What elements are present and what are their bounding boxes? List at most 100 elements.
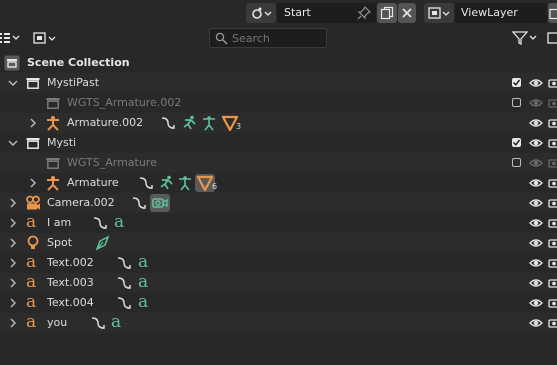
display-mode-dropdown[interactable] xyxy=(0,28,22,48)
camera-render-icon[interactable] xyxy=(548,317,557,329)
text-data-icon[interactable]: a xyxy=(138,273,148,291)
chevron-right-icon[interactable] xyxy=(27,177,39,189)
modifier-icon[interactable] xyxy=(131,195,147,211)
camera-render-icon[interactable] xyxy=(548,97,557,109)
text-data-icon[interactable]: a xyxy=(138,253,148,271)
object-row-i-am[interactable]: a I am a xyxy=(0,213,557,233)
bone-icon[interactable] xyxy=(201,115,217,131)
eye-icon[interactable] xyxy=(529,217,543,229)
text-data-icon[interactable]: a xyxy=(138,293,148,311)
object-row-text-003[interactable]: a Text.003 a xyxy=(0,273,557,293)
modifier-icon[interactable] xyxy=(116,275,132,291)
text-icon: a xyxy=(26,212,37,232)
eye-icon[interactable] xyxy=(529,237,543,249)
filter-icon xyxy=(511,31,537,46)
chevron-right-icon[interactable] xyxy=(7,217,19,229)
camera-render-icon[interactable] xyxy=(548,157,557,169)
scene-collection-label: Scene Collection xyxy=(27,56,130,69)
camera-render-icon[interactable] xyxy=(548,217,557,229)
chevron-right-icon[interactable] xyxy=(7,317,19,329)
camera-render-icon[interactable] xyxy=(548,137,557,149)
scene-icon xyxy=(252,7,272,19)
text-data-icon[interactable]: a xyxy=(114,213,124,231)
armature-icon xyxy=(47,116,59,131)
camera-render-icon[interactable] xyxy=(548,77,557,89)
search-field[interactable] xyxy=(209,28,327,48)
camera-render-icon[interactable] xyxy=(548,177,557,189)
eye-icon[interactable] xyxy=(529,97,543,109)
pin-icon[interactable] xyxy=(357,6,371,20)
camera-data-button[interactable] xyxy=(150,194,170,212)
object-row-camera-002[interactable]: Camera.002 xyxy=(0,193,557,213)
eye-icon[interactable] xyxy=(529,117,543,129)
camera-render-icon[interactable] xyxy=(548,197,557,209)
eye-icon[interactable] xyxy=(529,137,543,149)
collection-label: WGTS_Armature xyxy=(67,156,157,169)
collection-row-mystipast[interactable]: MystiPast xyxy=(0,73,557,93)
collection-label: WGTS_Armature.002 xyxy=(67,96,182,109)
copy-icon xyxy=(549,8,557,20)
object-row-text-002[interactable]: a Text.002 a xyxy=(0,253,557,273)
eye-icon[interactable] xyxy=(529,277,543,289)
scene-name-field[interactable]: Start xyxy=(277,3,376,23)
chevron-right-icon[interactable] xyxy=(7,237,19,249)
camera-render-icon[interactable] xyxy=(548,277,557,289)
exclude-checkbox[interactable] xyxy=(512,158,521,167)
object-row-text-004[interactable]: a Text.004 a xyxy=(0,293,557,313)
collection-icon xyxy=(46,98,60,109)
modifier-icon[interactable] xyxy=(92,215,108,231)
eye-icon[interactable] xyxy=(529,77,543,89)
camera-render-icon[interactable] xyxy=(548,297,557,309)
chevron-right-icon[interactable] xyxy=(7,297,19,309)
chevron-right-icon[interactable] xyxy=(7,257,19,269)
camera-render-icon[interactable] xyxy=(548,117,557,129)
collection-row-wgts-armature-002[interactable]: WGTS_Armature.002 xyxy=(0,93,557,113)
chevron-down-icon[interactable] xyxy=(7,137,19,149)
new-view-layer-button[interactable] xyxy=(548,3,557,23)
scene-collection-row[interactable]: Scene Collection xyxy=(0,53,557,73)
search-input[interactable] xyxy=(232,30,322,46)
modifier-icon[interactable] xyxy=(90,315,106,331)
chevron-right-icon[interactable] xyxy=(7,277,19,289)
eye-icon[interactable] xyxy=(529,297,543,309)
pose-icon[interactable] xyxy=(181,115,197,131)
modifier-icon[interactable] xyxy=(138,175,154,191)
exclude-checkbox[interactable] xyxy=(512,78,521,87)
view-layer-browse-button[interactable] xyxy=(424,3,454,23)
outliner-toolbar xyxy=(0,26,557,52)
modifier-icon[interactable] xyxy=(116,295,132,311)
collection-row-wgts-armature[interactable]: WGTS_Armature xyxy=(0,153,557,173)
object-row-spot[interactable]: Spot xyxy=(0,233,557,253)
collection-row-mysti[interactable]: Mysti xyxy=(0,133,557,153)
chevron-down-icon[interactable] xyxy=(7,77,19,89)
vertex-group-icon xyxy=(197,175,213,191)
pose-icon[interactable] xyxy=(158,175,174,191)
modifier-icon[interactable] xyxy=(160,115,176,131)
text-data-icon[interactable]: a xyxy=(111,313,121,331)
chevron-right-icon[interactable] xyxy=(27,117,39,129)
eye-icon[interactable] xyxy=(529,197,543,209)
camera-render-icon[interactable] xyxy=(548,237,557,249)
bone-icon[interactable] xyxy=(177,175,193,191)
new-collection-button[interactable] xyxy=(546,28,557,48)
chevron-right-icon[interactable] xyxy=(7,197,19,209)
filter-dropdown[interactable] xyxy=(510,28,540,48)
object-row-you[interactable]: a you a xyxy=(0,313,557,333)
eye-icon[interactable] xyxy=(529,257,543,269)
view-layer-filter-dropdown[interactable] xyxy=(31,28,61,48)
eye-icon[interactable] xyxy=(529,177,543,189)
exclude-checkbox[interactable] xyxy=(512,98,521,107)
object-row-armature-002[interactable]: Armature.002 3 xyxy=(0,113,557,133)
modifier-icon[interactable] xyxy=(116,255,132,271)
light-data-icon[interactable] xyxy=(94,235,110,251)
object-row-armature[interactable]: Armature 6 xyxy=(0,173,557,193)
view-layer-name-field[interactable]: ViewLayer xyxy=(455,3,547,23)
eye-icon[interactable] xyxy=(529,317,543,329)
scene-browse-button[interactable] xyxy=(246,3,276,23)
eye-icon[interactable] xyxy=(529,157,543,169)
delete-scene-button[interactable] xyxy=(398,3,416,23)
camera-render-icon[interactable] xyxy=(548,257,557,269)
exclude-checkbox[interactable] xyxy=(512,138,521,147)
camera-icon xyxy=(26,195,40,210)
new-scene-button[interactable] xyxy=(377,3,397,23)
